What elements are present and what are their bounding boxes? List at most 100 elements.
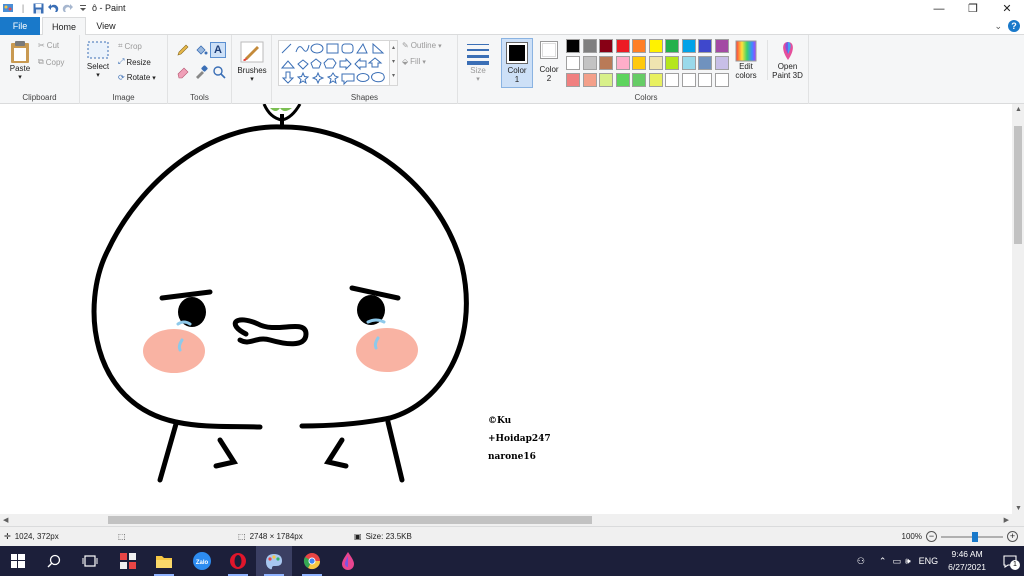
drawing-canvas[interactable]: ©Ku +Hoidap247 narone16: [0, 103, 1012, 514]
paint3d-label: Open Paint 3D: [772, 62, 803, 80]
palette-swatch[interactable]: [681, 73, 696, 87]
search-button[interactable]: [36, 546, 72, 576]
taskbar-app-1[interactable]: [110, 546, 146, 576]
color1-button[interactable]: Color 1: [501, 38, 533, 88]
palette-swatch[interactable]: [566, 39, 580, 53]
crop-button[interactable]: ⌗ Crop: [118, 41, 142, 51]
start-button[interactable]: [0, 546, 36, 576]
save-icon[interactable]: [32, 2, 44, 14]
palette-swatch[interactable]: [582, 56, 597, 70]
window-title: ô - Paint: [92, 3, 126, 13]
paint3d-button[interactable]: Open Paint 3D: [767, 40, 807, 80]
people-icon[interactable]: ⚇: [857, 556, 865, 567]
palette-swatch[interactable]: [681, 39, 696, 53]
palette-swatch[interactable]: [632, 73, 646, 87]
tab-file[interactable]: File: [0, 17, 40, 35]
palette-swatch[interactable]: [698, 73, 712, 87]
tab-view[interactable]: View: [88, 17, 124, 35]
palette-swatch[interactable]: [615, 73, 630, 87]
eraser-icon[interactable]: [176, 65, 190, 79]
redo-icon[interactable]: [62, 2, 74, 14]
scroll-down-icon[interactable]: ▼: [1015, 505, 1022, 512]
taskbar-chrome[interactable]: [294, 546, 330, 576]
restore-button[interactable]: ❐: [956, 0, 990, 17]
notifications-button[interactable]: 1: [996, 546, 1024, 576]
taskbar-file-explorer[interactable]: [146, 546, 182, 576]
palette-swatch[interactable]: [582, 39, 597, 53]
customize-toolbar-icon[interactable]: [77, 2, 89, 14]
palette-swatch[interactable]: [648, 56, 663, 70]
size-button[interactable]: Size ▾: [463, 40, 493, 83]
vertical-scrollbar[interactable]: ▲ ▼: [1012, 104, 1024, 514]
cut-button[interactable]: ✂ Cut: [38, 41, 59, 50]
zoom-slider[interactable]: [941, 531, 1003, 542]
show-hidden-icons[interactable]: ⌃: [879, 556, 887, 567]
zoom-in-button[interactable]: +: [1007, 531, 1018, 542]
undo-icon[interactable]: [47, 2, 59, 14]
palette-swatch[interactable]: [714, 56, 729, 70]
zoom-slider-knob[interactable]: [971, 531, 978, 542]
paste-button[interactable]: Paste ▾: [6, 40, 34, 81]
scroll-left-icon[interactable]: ◀: [3, 516, 8, 524]
shapes-scroll[interactable]: ▴ ▾ ▾: [390, 40, 398, 86]
scroll-right-icon[interactable]: ▶: [1004, 516, 1009, 524]
fill-button[interactable]: ⬙ Fill ▾: [402, 57, 426, 66]
palette-swatch[interactable]: [599, 56, 613, 70]
palette-swatch[interactable]: [632, 56, 646, 70]
network-icon[interactable]: ▭: [892, 556, 901, 567]
outline-button[interactable]: ✎ Outline ▾: [402, 41, 442, 50]
horizontal-scrollbar[interactable]: ◀ ▶: [0, 514, 1012, 526]
edit-colors-button[interactable]: Edit colors: [731, 40, 761, 80]
rotate-button[interactable]: ⟳ Rotate ▾: [118, 73, 156, 82]
palette-swatch[interactable]: [698, 39, 712, 53]
pencil-icon[interactable]: [176, 43, 190, 57]
palette-swatch[interactable]: [665, 73, 679, 87]
palette-swatch[interactable]: [566, 73, 580, 87]
text-tool-icon[interactable]: A: [210, 42, 226, 58]
color2-button[interactable]: Color 2: [535, 41, 563, 83]
palette-swatch[interactable]: [648, 73, 663, 87]
palette-swatch[interactable]: [698, 56, 712, 70]
horizontal-scroll-thumb[interactable]: [108, 516, 592, 524]
color-picker-icon[interactable]: [194, 65, 208, 79]
task-view-button[interactable]: [72, 546, 108, 576]
fill-bucket-icon[interactable]: [194, 43, 208, 57]
help-icon[interactable]: ?: [1008, 20, 1020, 32]
palette-swatch[interactable]: [648, 39, 663, 53]
minimize-button[interactable]: —: [922, 0, 956, 17]
palette-swatch[interactable]: [681, 56, 696, 70]
palette-swatch[interactable]: [566, 56, 580, 70]
taskbar-droplet-app[interactable]: [330, 546, 366, 576]
palette-swatch[interactable]: [632, 39, 646, 53]
shapes-gallery[interactable]: [278, 40, 390, 86]
brushes-button[interactable]: Brushes ▾: [235, 40, 269, 83]
palette-swatch[interactable]: [582, 73, 597, 87]
scroll-up-icon[interactable]: ▲: [1015, 106, 1022, 113]
palette-swatch[interactable]: [615, 56, 630, 70]
paint-app-icon[interactable]: [2, 2, 14, 14]
input-language[interactable]: ENG: [919, 556, 939, 566]
palette-swatch[interactable]: [714, 73, 729, 87]
ribbon: Paste ▾ ✂ Cut ⧉ Copy Clipboard Select ▾ …: [0, 35, 1024, 104]
palette-swatch[interactable]: [599, 39, 613, 53]
palette-swatch[interactable]: [615, 39, 630, 53]
zoom-out-button[interactable]: −: [926, 531, 937, 542]
magnifier-icon[interactable]: [212, 65, 226, 79]
resize-button[interactable]: ⤢ Resize: [118, 57, 151, 67]
taskbar-zalo[interactable]: Zalo: [184, 546, 220, 576]
taskbar-opera[interactable]: [220, 546, 256, 576]
palette-swatch[interactable]: [665, 56, 679, 70]
vertical-scroll-thumb[interactable]: [1014, 126, 1022, 244]
clock[interactable]: 9:46 AM 6/27/2021: [948, 548, 986, 574]
palette-swatch[interactable]: [599, 73, 613, 87]
palette-swatch[interactable]: [665, 39, 679, 53]
copy-button[interactable]: ⧉ Copy: [38, 57, 64, 67]
close-button[interactable]: ✕: [990, 0, 1024, 17]
canvas-area: ©Ku +Hoidap247 narone16: [0, 103, 1012, 514]
tab-home[interactable]: Home: [42, 17, 86, 35]
select-button[interactable]: Select ▾: [85, 40, 111, 79]
volume-icon[interactable]: 🕪: [905, 556, 911, 567]
taskbar-paint[interactable]: [256, 546, 292, 576]
collapse-ribbon-icon[interactable]: ⌄: [994, 21, 1002, 32]
palette-swatch[interactable]: [714, 39, 729, 53]
